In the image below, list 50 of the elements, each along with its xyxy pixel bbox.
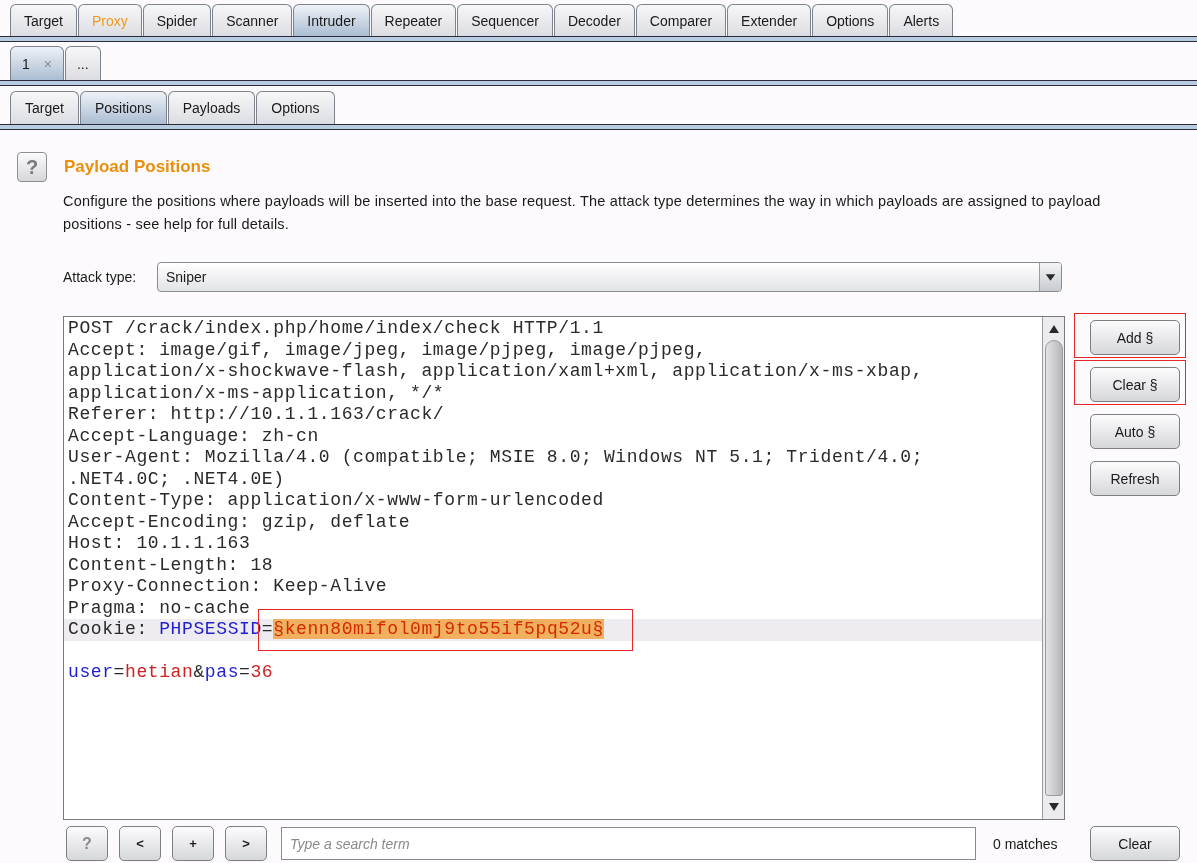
- request-line: Content-Type: application/x-www-form-urlencoded: [67, 490, 605, 512]
- request-line: User-Agent: Mozilla/4.0 (compatible; MSIE 8.0; Windows NT 5.1; Trident/4.0;: [67, 447, 925, 469]
- request-line: Accept: image/gif, image/jpeg, image/pjpeg, image/pjpeg,: [67, 339, 708, 361]
- request-line: Proxy-Connection: Keep-Alive: [67, 576, 389, 598]
- scrollbar[interactable]: [1042, 317, 1064, 819]
- tab[interactable]: Scanner: [212, 4, 293, 36]
- nav-button[interactable]: +: [172, 826, 214, 861]
- tab[interactable]: Sequencer: [457, 4, 553, 36]
- nav-button[interactable]: <: [119, 826, 161, 861]
- match-count: 0 matches: [993, 835, 1059, 852]
- tab[interactable]: Options: [256, 91, 335, 124]
- tab[interactable]: Payloads: [167, 91, 256, 124]
- request-line: application/x-shockwave-flash, application/xaml+xml, application/x-ms-xbap,: [67, 361, 925, 383]
- request-editor[interactable]: [63, 316, 1065, 820]
- position-button[interactable]: Add §: [1090, 320, 1180, 355]
- tab[interactable]: Options: [812, 4, 889, 36]
- tab[interactable]: Decoder: [553, 4, 635, 36]
- nav-button[interactable]: >: [225, 826, 267, 861]
- tab[interactable]: Positions: [79, 91, 167, 124]
- clear-button[interactable]: Clear: [1090, 826, 1180, 861]
- section-title: Payload Positions: [64, 157, 211, 177]
- request-line: .NET4.0C; .NET4.0E): [67, 468, 286, 490]
- attack-type-label: Attack type:: [63, 269, 138, 285]
- tab[interactable]: Repeater: [370, 4, 457, 36]
- request-line: application/x-ms-application, */*: [67, 382, 446, 404]
- tab[interactable]: Extender: [727, 4, 812, 36]
- tab[interactable]: Alerts: [889, 4, 954, 36]
- request-line: user=hetian&pas=36: [67, 662, 275, 684]
- tab[interactable]: Target: [10, 91, 79, 124]
- request-line: Referer: http://10.1.1.163/crack/: [67, 404, 446, 426]
- help-button[interactable]: ?: [17, 152, 47, 182]
- tab[interactable]: 1 ×: [10, 46, 64, 80]
- tab[interactable]: Target: [10, 4, 77, 36]
- section-description: Configure the positions where payloads will be inserted into the base request. The attack type determines the way in which payloads are assigned to payload positions - see help for full details.: [63, 192, 1102, 234]
- position-button[interactable]: Auto §: [1090, 414, 1180, 449]
- tab[interactable]: Intruder: [293, 4, 370, 36]
- request-line: POST /crack/index.php/home/index/check HTTP/1.1: [67, 318, 605, 340]
- request-line: Accept-Encoding: gzip, deflate: [67, 511, 412, 533]
- request-line: Accept-Language: zh-cn: [67, 425, 320, 447]
- position-button[interactable]: Refresh: [1090, 461, 1180, 496]
- request-line: Content-Length: 18: [67, 554, 275, 576]
- request-line: Host: 10.1.1.163: [67, 533, 252, 555]
- request-line: Pragma: no-cache: [67, 597, 252, 619]
- tab[interactable]: ...: [65, 46, 101, 80]
- scrollbar-thumb[interactable]: [1044, 340, 1063, 796]
- attack-type-dropdown[interactable]: Sniper: [157, 262, 1062, 292]
- search-field[interactable]: Type a search term: [281, 827, 976, 860]
- tab[interactable]: Spider: [142, 4, 212, 36]
- position-button[interactable]: Clear §: [1090, 367, 1180, 402]
- tab[interactable]: Comparer: [635, 4, 727, 36]
